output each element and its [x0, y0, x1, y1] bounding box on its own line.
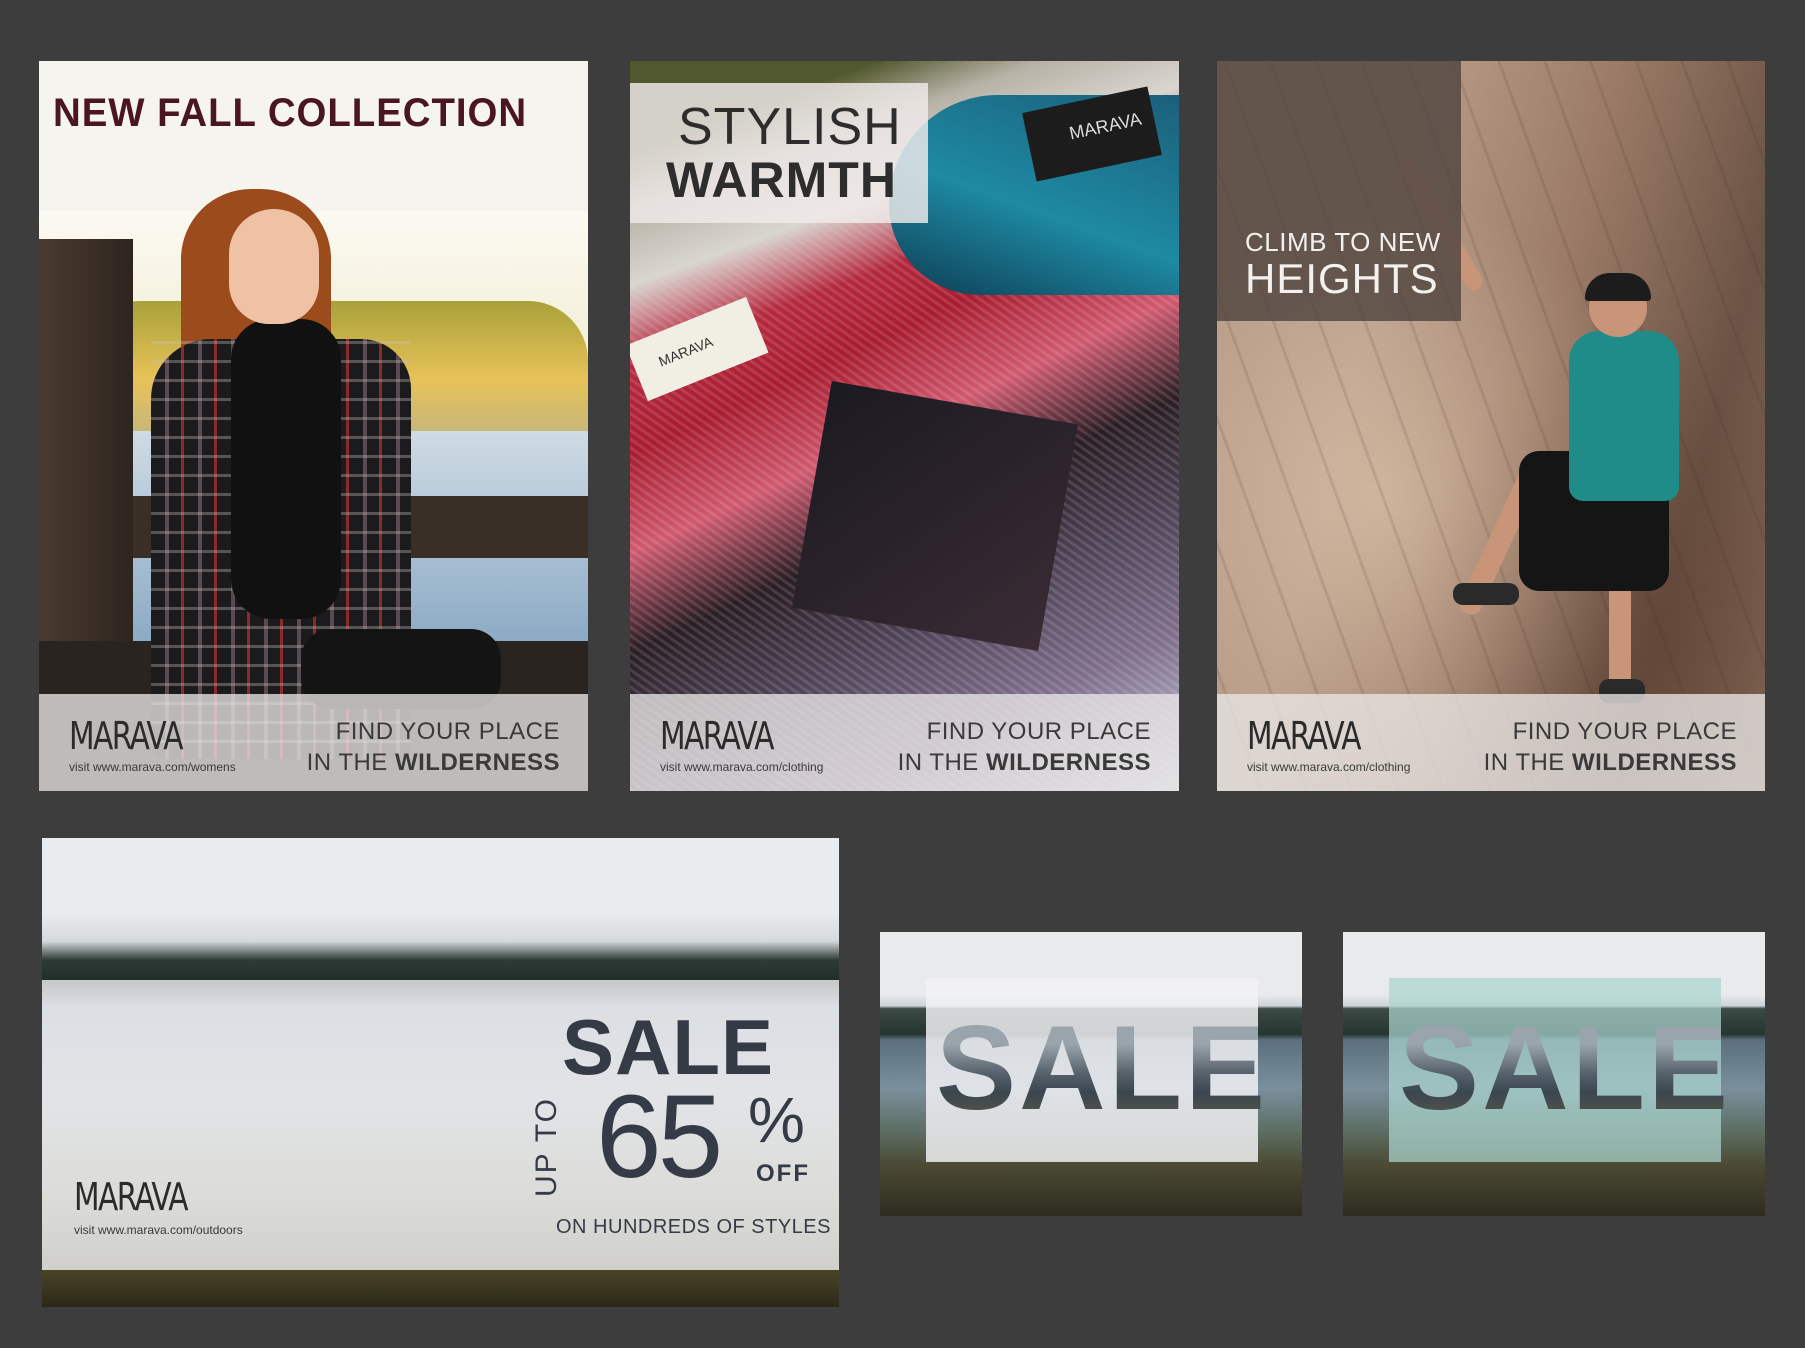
banner-sale-small-white: SALE	[880, 932, 1302, 1216]
tagline-line2: IN THE WILDERNESS	[306, 749, 560, 776]
poster-footer: MARAVA visit www.marava.com/womens FIND …	[39, 694, 588, 791]
poster-new-fall-collection: NEW FALL COLLECTION MARAVA visit www.mar…	[39, 61, 588, 791]
brand-logo: MARAVA	[1247, 714, 1361, 758]
poster-footer: MARAVA visit www.marava.com/clothing FIN…	[1217, 694, 1765, 791]
sale-box: SALE	[926, 978, 1265, 1162]
tagline: FIND YOUR PLACE IN THE WILDERNESS	[898, 716, 1151, 778]
tagline-line2: IN THE WILDERNESS	[897, 749, 1151, 776]
poster-climb-to-new-heights: CLIMB TO NEW HEIGHTS MARAVA visit www.ma…	[1217, 61, 1765, 791]
poster-url: visit www.marava.com/clothing	[1247, 760, 1411, 774]
brand-logo: MARAVA	[69, 714, 183, 758]
discount-percent: 65	[596, 1071, 723, 1203]
headline-box: CLIMB TO NEW HEIGHTS	[1217, 61, 1461, 321]
poster-url: visit www.marava.com/womens	[69, 760, 236, 774]
poster-headline-line2: HEIGHTS	[1245, 255, 1439, 302]
tagline-line2: IN THE WILDERNESS	[1483, 749, 1737, 776]
tagline: FIND YOUR PLACE IN THE WILDERNESS	[307, 716, 560, 778]
tagline: FIND YOUR PLACE IN THE WILDERNESS	[1484, 716, 1737, 778]
sale-box: SALE	[1389, 978, 1728, 1162]
banner-sale-large: MARAVA visit www.marava.com/outdoors SAL…	[42, 838, 839, 1307]
off-label: OFF	[756, 1160, 810, 1187]
sale-headline: SALE	[1399, 1001, 1732, 1135]
poster-url: visit www.marava.com/clothing	[660, 760, 824, 774]
tagline-line1: FIND YOUR PLACE	[335, 718, 560, 745]
sale-band: MARAVA visit www.marava.com/outdoors SAL…	[42, 980, 839, 1270]
up-to-label: UP TO	[530, 1096, 563, 1198]
poster-headline-line1: STYLISH	[678, 98, 902, 156]
poster-footer: MARAVA visit www.marava.com/clothing FIN…	[630, 694, 1179, 791]
tagline-line1: FIND YOUR PLACE	[926, 718, 1151, 745]
brand-logo: MARAVA	[74, 1175, 188, 1219]
sale-headline: SALE	[936, 1001, 1269, 1135]
banner-url: visit www.marava.com/outdoors	[74, 1223, 243, 1237]
poster-headline-line1: CLIMB TO NEW	[1245, 227, 1441, 257]
tagline-line1: FIND YOUR PLACE	[1512, 718, 1737, 745]
percent-sign: %	[748, 1084, 805, 1156]
headline-box: STYLISH WARMTH	[630, 83, 928, 223]
poster-headline-line2: WARMTH	[666, 152, 897, 208]
photo-woman-lake	[39, 61, 588, 791]
banner-sale-small-mint: SALE	[1343, 932, 1765, 1216]
sale-subline: ON HUNDREDS OF STYLES	[556, 1216, 831, 1238]
brand-logo: MARAVA	[660, 714, 774, 758]
poster-headline: NEW FALL COLLECTION	[53, 91, 528, 135]
poster-stylish-warmth: MARAVA MARAVA STYLISH WARMTH MARAVA visi…	[630, 61, 1179, 791]
